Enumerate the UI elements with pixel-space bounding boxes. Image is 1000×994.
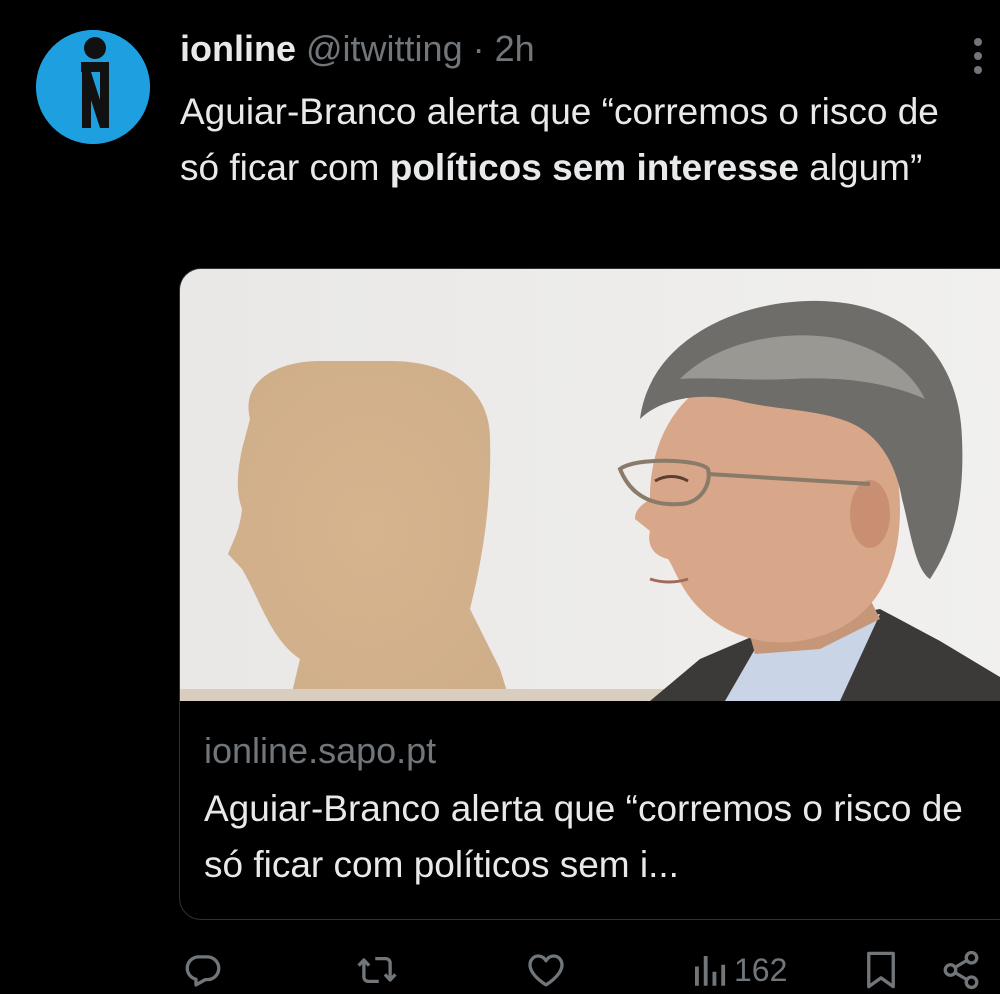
- views-count: 162: [734, 951, 788, 988]
- reply-icon: [185, 955, 221, 987]
- author-handle[interactable]: @itwitting: [306, 28, 463, 69]
- more-button[interactable]: [970, 36, 986, 76]
- link-card[interactable]: ionline.sapo.pt Aguiar-Branco alerta que…: [179, 268, 1000, 920]
- heart-icon: [528, 954, 564, 987]
- retweet-icon: [357, 956, 397, 984]
- card-image: [180, 269, 1000, 701]
- more-vertical-icon: [974, 38, 982, 74]
- ionline-logo-icon: [36, 30, 150, 144]
- action-bar: 162: [0, 946, 1000, 994]
- share-button[interactable]: [940, 946, 982, 994]
- tweet-text-bold: políticos sem interesse: [389, 147, 799, 188]
- card-title: Aguiar-Branco alerta que “corremos o ris…: [204, 788, 963, 885]
- avatar[interactable]: [36, 30, 150, 144]
- tweet-header: ionline @itwitting · 2h: [180, 26, 535, 72]
- share-icon: [943, 950, 979, 990]
- author-name[interactable]: ionline: [180, 28, 296, 69]
- tweet-text-part: algum”: [798, 147, 923, 188]
- card-body: ionline.sapo.pt Aguiar-Branco alerta que…: [204, 727, 994, 893]
- tweet-text: Aguiar-Branco alerta que “corremos o ris…: [180, 84, 980, 196]
- retweet-button[interactable]: [356, 946, 398, 994]
- bookmark-button[interactable]: [862, 946, 900, 994]
- views-button[interactable]: 162: [690, 946, 787, 994]
- separator-dot: ·: [472, 28, 485, 69]
- reply-button[interactable]: [182, 946, 224, 994]
- tweet-time[interactable]: 2h: [495, 28, 535, 69]
- views-bar-chart-icon: [695, 956, 726, 986]
- card-domain: ionline.sapo.pt: [204, 730, 437, 771]
- like-button[interactable]: [525, 946, 567, 994]
- card-photo: [180, 269, 1000, 701]
- bookmark-icon: [867, 951, 895, 989]
